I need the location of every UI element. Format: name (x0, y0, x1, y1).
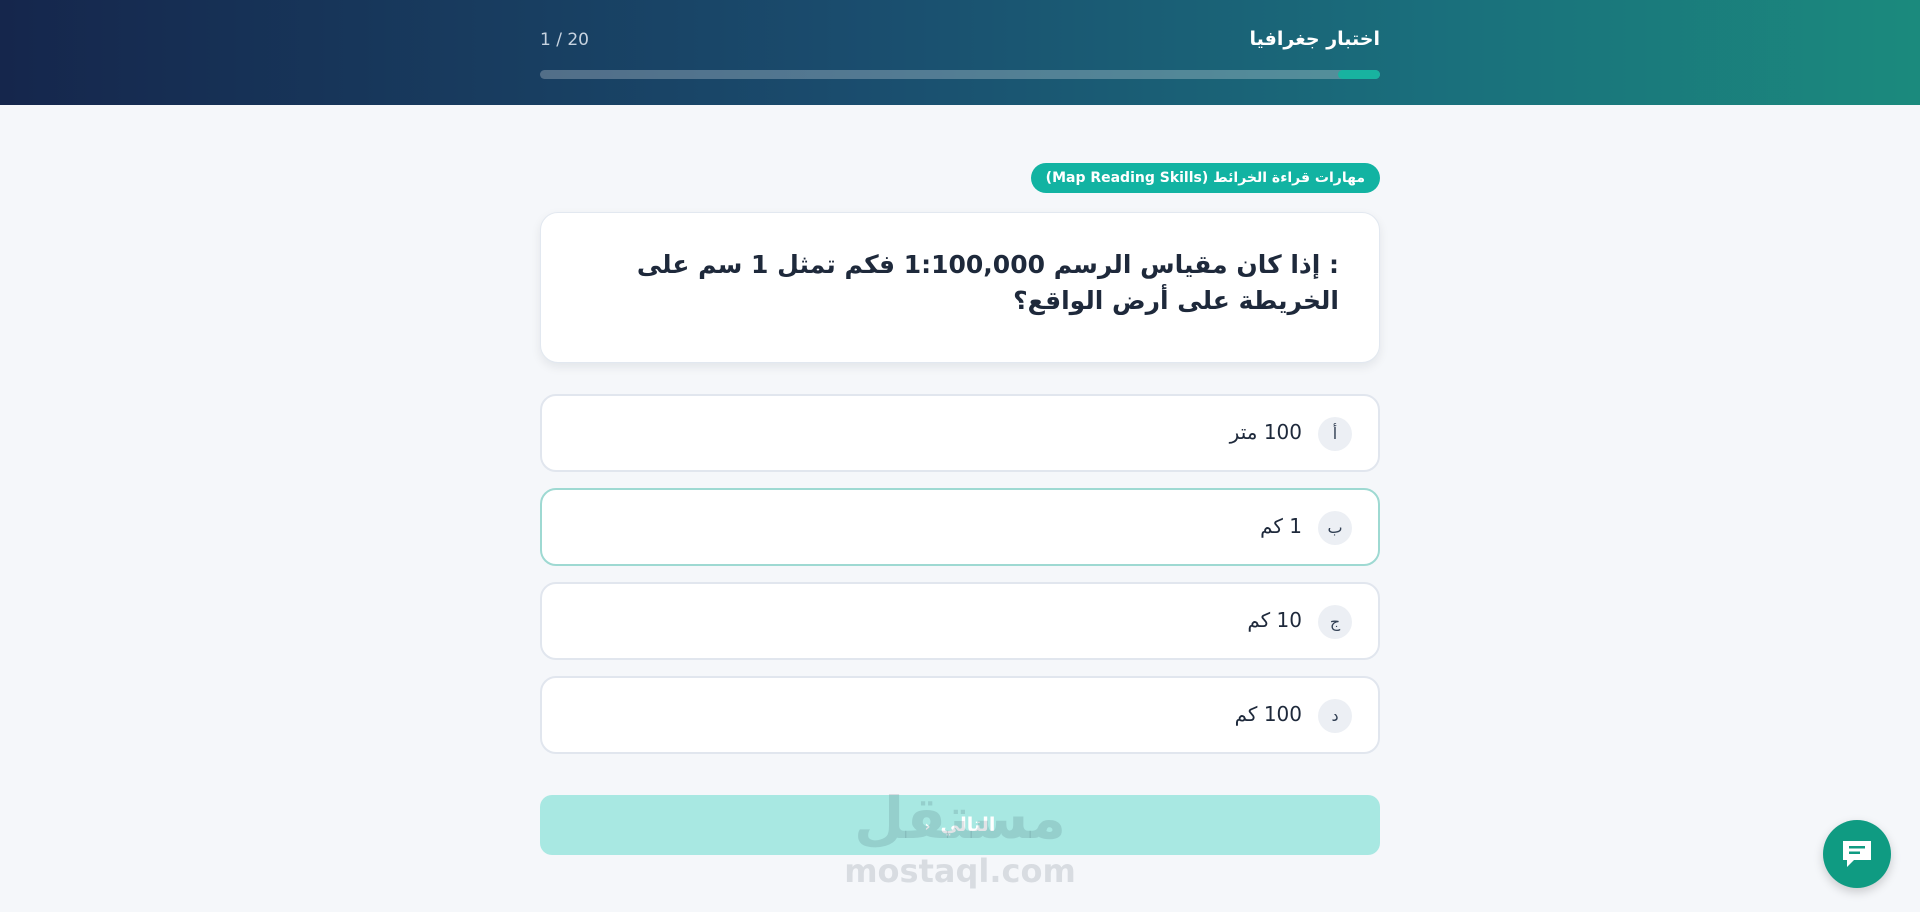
chevron-left-icon: ‹ (924, 819, 931, 835)
watermark-latin: mostaql.com (844, 852, 1076, 890)
option-a[interactable]: أ 100 متر (540, 394, 1380, 472)
option-c[interactable]: ج 10 كم (540, 582, 1380, 660)
option-letter: ب (1318, 511, 1352, 545)
option-d[interactable]: د 100 كم (540, 676, 1380, 754)
question-card: : إذا كان مقياس الرسم 1:100,000 فكم تمثل… (540, 212, 1380, 363)
option-text: 10 كم (1247, 608, 1302, 632)
option-text: 1 كم (1260, 514, 1302, 538)
next-button-label: التالي (940, 814, 996, 836)
progress-fill (1338, 70, 1380, 79)
option-letter: د (1318, 699, 1352, 733)
option-letter: ج (1318, 605, 1352, 639)
chat-icon (1843, 841, 1871, 867)
option-b[interactable]: ب 1 كم (540, 488, 1380, 566)
topic-badge: مهارات قراءة الخرائط (Map Reading Skills… (1030, 163, 1380, 193)
progress-bar (540, 70, 1380, 79)
question-text: : إذا كان مقياس الرسم 1:100,000 فكم تمثل… (636, 250, 1339, 315)
chat-button[interactable] (1823, 820, 1891, 888)
next-button[interactable]: التالي ‹ (540, 795, 1380, 855)
question-counter: 1 / 20 (540, 30, 589, 50)
header-inner: اختبار جغرافيا 1 / 20 (540, 0, 1380, 105)
quiz-header: اختبار جغرافيا 1 / 20 (0, 0, 1920, 105)
quiz-title: اختبار جغرافيا (1249, 28, 1381, 50)
option-text: 100 كم (1234, 702, 1302, 726)
option-text: 100 متر (1229, 420, 1302, 444)
option-letter: أ (1318, 417, 1352, 451)
